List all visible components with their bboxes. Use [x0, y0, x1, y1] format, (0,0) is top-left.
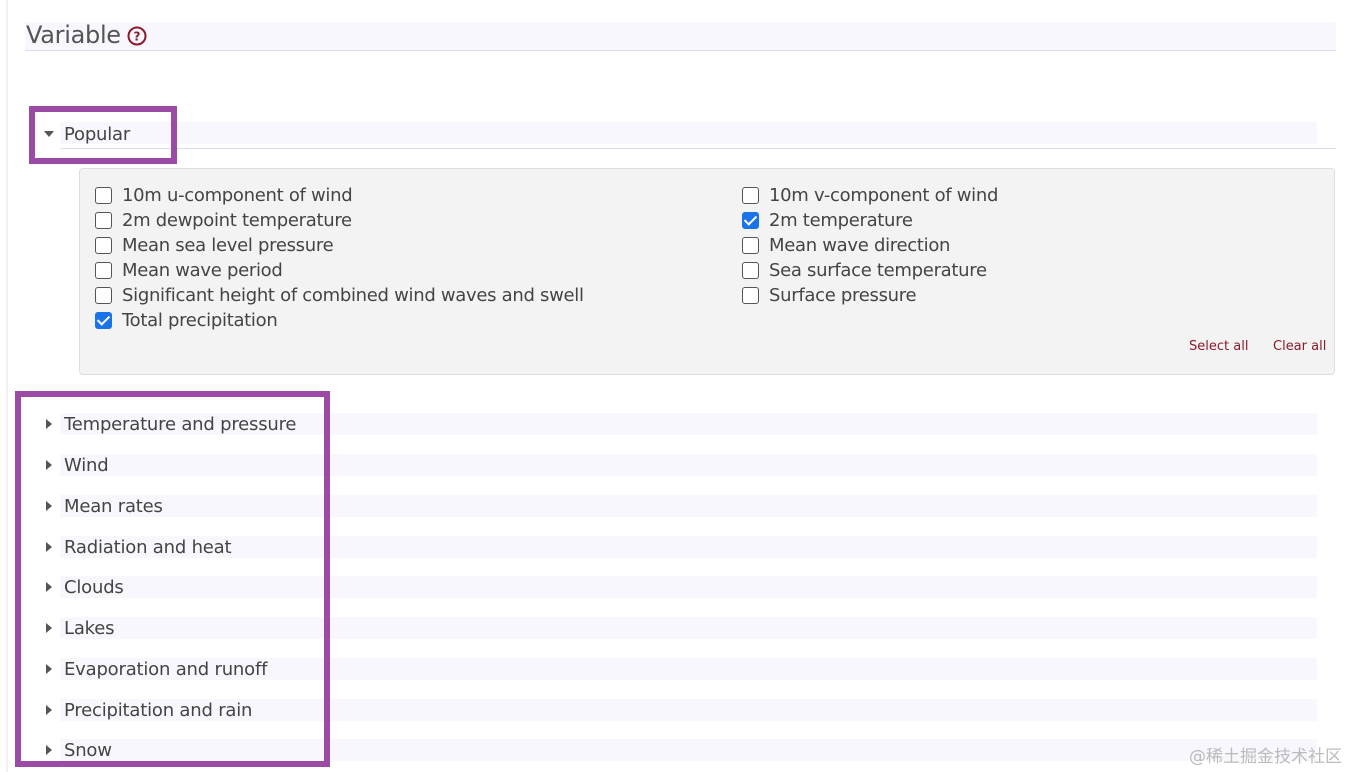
- section-label: Clouds: [64, 576, 124, 598]
- select-all-link[interactable]: Select all: [1189, 339, 1248, 354]
- watermark: @稀土掘金技术社区: [1189, 747, 1342, 767]
- svg-text:?: ?: [134, 30, 141, 44]
- checkbox-label: Mean wave direction: [769, 234, 951, 256]
- left-border: [6, 0, 8, 772]
- page: Variable ? Popular Select all Clear all …: [0, 0, 1348, 772]
- checkbox-unchecked[interactable]: [95, 286, 112, 304]
- caret-right-icon: [46, 705, 52, 715]
- section-band: [60, 739, 1317, 761]
- checkbox-option[interactable]: 2m dewpoint temperature: [95, 209, 352, 231]
- section-toggle[interactable]: Mean rates: [40, 494, 163, 518]
- caret-right-icon: [46, 460, 52, 470]
- section-toggle[interactable]: Radiation and heat: [40, 535, 232, 559]
- checkbox-label: Mean sea level pressure: [122, 234, 334, 256]
- checkbox-unchecked[interactable]: [742, 261, 759, 279]
- caret-right-icon: [46, 664, 52, 674]
- checkbox-label: Total precipitation: [122, 309, 278, 331]
- section-label: Precipitation and rain: [64, 699, 253, 721]
- checkbox-option[interactable]: 10m v-component of wind: [742, 184, 998, 206]
- clear-all-link[interactable]: Clear all: [1273, 339, 1326, 354]
- checkbox-unchecked[interactable]: [742, 186, 759, 204]
- section-label: Wind: [64, 454, 109, 476]
- caret-down-icon: [44, 131, 54, 137]
- section-label: Evaporation and runoff: [64, 658, 268, 680]
- checkbox-unchecked[interactable]: [742, 286, 759, 304]
- checkbox-label: Surface pressure: [769, 284, 917, 306]
- section-band: [60, 495, 1317, 517]
- checkbox-label: 2m temperature: [769, 209, 913, 231]
- section-label: Temperature and pressure: [64, 413, 297, 435]
- checkbox-unchecked[interactable]: [95, 261, 112, 279]
- checkbox-label: Mean wave period: [122, 259, 283, 281]
- checkbox-option[interactable]: 2m temperature: [742, 209, 913, 231]
- section-toggle[interactable]: Lakes: [40, 616, 114, 640]
- checkbox-unchecked[interactable]: [95, 186, 112, 204]
- checkbox-label: 10m u-component of wind: [122, 184, 353, 206]
- checkbox-unchecked[interactable]: [95, 236, 112, 254]
- checkbox-unchecked[interactable]: [742, 236, 759, 254]
- checkbox-option[interactable]: Sea surface temperature: [742, 259, 987, 281]
- caret-right-icon: [46, 419, 52, 429]
- section-toggle[interactable]: Clouds: [40, 575, 124, 599]
- checkbox-label: 10m v-component of wind: [769, 184, 999, 206]
- checkbox-option[interactable]: Surface pressure: [742, 284, 917, 306]
- section-band: [60, 617, 1317, 639]
- checkbox-option[interactable]: 10m u-component of wind: [95, 184, 353, 206]
- section-label: Radiation and heat: [64, 536, 232, 558]
- checkbox-label: Sea surface temperature: [769, 259, 987, 281]
- caret-right-icon: [46, 623, 52, 633]
- caret-right-icon: [46, 745, 52, 755]
- checkbox-option[interactable]: Mean wave period: [95, 259, 283, 281]
- section-toggle[interactable]: Temperature and pressure: [40, 412, 296, 436]
- checkbox-label: Significant height of combined wind wave…: [122, 284, 584, 306]
- section-label-popular: Popular: [64, 123, 131, 145]
- section-toggle-popular[interactable]: Popular: [40, 122, 130, 146]
- checkbox-option[interactable]: Mean wave direction: [742, 234, 950, 256]
- checkbox-checked[interactable]: [95, 311, 112, 329]
- checkbox-label: 2m dewpoint temperature: [122, 209, 352, 231]
- caret-right-icon: [46, 501, 52, 511]
- section-band: [60, 536, 1317, 558]
- caret-right-icon: [46, 542, 52, 552]
- popular-divider: [60, 148, 1336, 149]
- checkbox-checked[interactable]: [742, 211, 759, 229]
- checkbox-option[interactable]: Total precipitation: [95, 309, 278, 331]
- title-bar: [25, 22, 1336, 51]
- popular-header-band: [60, 122, 1317, 144]
- question-circle-icon[interactable]: ?: [127, 26, 147, 46]
- section-toggle[interactable]: Precipitation and rain: [40, 698, 252, 722]
- caret-right-icon: [46, 582, 52, 592]
- checkbox-option[interactable]: Significant height of combined wind wave…: [95, 284, 584, 306]
- section-label: Snow: [64, 739, 112, 761]
- page-title: Variable: [26, 21, 121, 49]
- section-toggle[interactable]: Wind: [40, 453, 109, 477]
- checkbox-unchecked[interactable]: [95, 211, 112, 229]
- section-band: [60, 454, 1317, 476]
- section-label: Lakes: [64, 617, 115, 639]
- checkbox-option[interactable]: Mean sea level pressure: [95, 234, 334, 256]
- section-label: Mean rates: [64, 495, 163, 517]
- section-band: [60, 576, 1317, 598]
- section-toggle[interactable]: Snow: [40, 738, 112, 762]
- section-toggle[interactable]: Evaporation and runoff: [40, 657, 267, 681]
